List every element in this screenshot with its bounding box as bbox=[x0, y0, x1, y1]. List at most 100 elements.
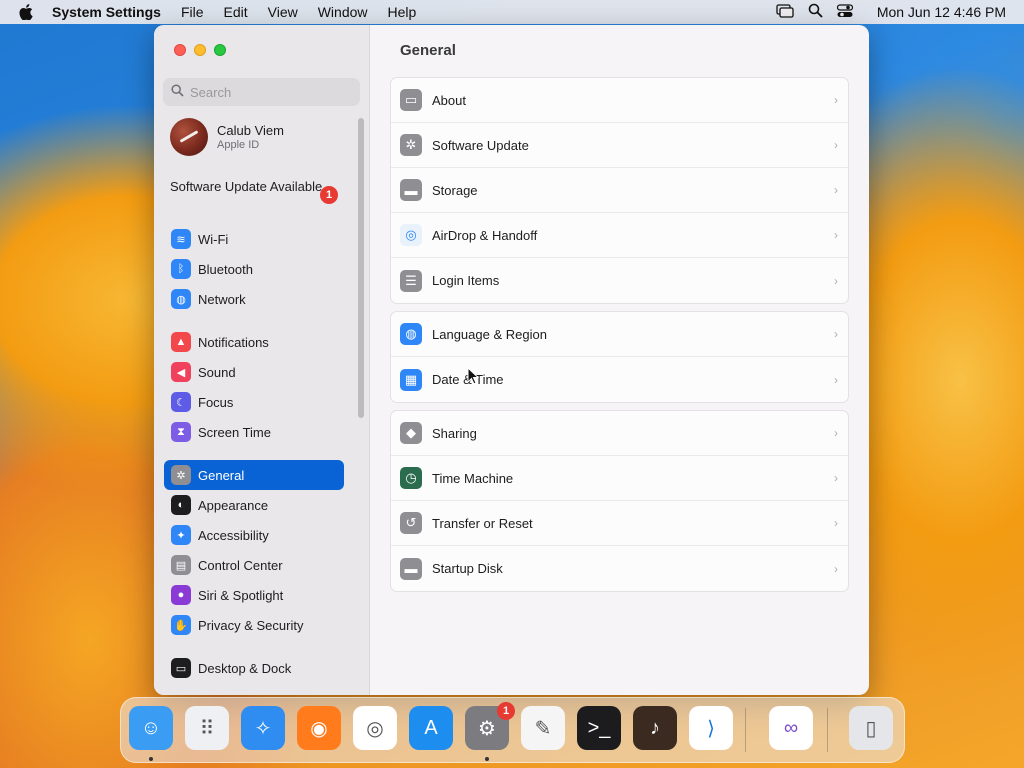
sidebar-item-control-center[interactable]: ▤ Control Center bbox=[164, 550, 344, 580]
running-indicator bbox=[149, 757, 153, 761]
settings-window: Search Calub Viem Apple ID Software Upda… bbox=[154, 25, 869, 695]
settings-row-label: Login Items bbox=[432, 273, 500, 288]
close-window-button[interactable] bbox=[174, 44, 186, 56]
sidebar-item-label: Notifications bbox=[198, 334, 269, 350]
account-name: Calub Viem bbox=[217, 123, 284, 138]
dock-separator bbox=[745, 708, 746, 752]
chevron-right-icon: › bbox=[834, 228, 838, 242]
sidebar-item-general[interactable]: ✲ General bbox=[164, 460, 344, 490]
settings-row-date-time[interactable]: ▦ Date & Time › bbox=[391, 357, 848, 402]
menu-view[interactable]: View bbox=[258, 4, 308, 20]
dock-separator bbox=[827, 708, 828, 752]
sidebar-item-desktop-dock[interactable]: ▭ Desktop & Dock bbox=[164, 653, 344, 683]
page-title: General bbox=[400, 42, 456, 59]
chrome-icon[interactable]: ◎ bbox=[353, 706, 397, 750]
settings-group: ◍ Language & Region › ▦ Date & Time › bbox=[390, 311, 849, 403]
search-field[interactable]: Search bbox=[163, 78, 360, 106]
sidebar-item-accessibility[interactable]: ✦ Accessibility bbox=[164, 520, 344, 550]
globe-icon: ◍ bbox=[400, 323, 422, 345]
sidebar-item-screen-time[interactable]: ⧗ Screen Time bbox=[164, 417, 344, 447]
sidebar-item-sound[interactable]: ◀ Sound bbox=[164, 357, 344, 387]
menu-app-name[interactable]: System Settings bbox=[42, 4, 171, 20]
visual-studio-icon[interactable]: ∞ bbox=[769, 706, 813, 750]
airdrop-icon: ◎ bbox=[400, 224, 422, 246]
sidebar-item-label: Sound bbox=[198, 364, 236, 380]
sidebar-item-privacy-security[interactable]: ✋ Privacy & Security bbox=[164, 610, 344, 640]
speaker-icon: ◀ bbox=[171, 362, 191, 382]
safari-icon[interactable]: ✧ bbox=[241, 706, 285, 750]
sidebar-item-label: Screen Time bbox=[198, 424, 271, 440]
settings-row-label: Software Update bbox=[432, 137, 529, 153]
time-machine-icon: ◷ bbox=[400, 467, 422, 489]
menu-help[interactable]: Help bbox=[378, 4, 427, 20]
control-center-icon: ▤ bbox=[171, 555, 191, 575]
settings-row-startup-disk[interactable]: ▬ Startup Disk › bbox=[391, 546, 848, 591]
settings-row-label: Storage bbox=[432, 182, 478, 198]
apple-menu-icon[interactable] bbox=[10, 4, 42, 20]
search-icon bbox=[171, 84, 184, 100]
guitar-icon[interactable]: ♪ bbox=[633, 706, 677, 750]
zoom-window-button[interactable] bbox=[214, 44, 226, 56]
finder-icon[interactable]: ☺ bbox=[129, 706, 173, 750]
settings-row-login-items[interactable]: ☰ Login Items › bbox=[391, 258, 848, 303]
menu-clock[interactable]: Mon Jun 12 4:46 PM bbox=[877, 4, 1014, 20]
dock: ☺ ⠿ ✧ ◉ ◎ A ⚙ 1 ✎ >_ ♪ ⟩ ∞ ▯ bbox=[120, 697, 905, 763]
vscode-icon[interactable]: ⟩ bbox=[689, 706, 733, 750]
sidebar-item-bluetooth[interactable]: ᛒ Bluetooth bbox=[164, 254, 344, 284]
chevron-right-icon: › bbox=[834, 561, 838, 576]
chevron-right-icon: › bbox=[834, 138, 838, 152]
chevron-right-icon: › bbox=[834, 273, 838, 288]
sidebar-item-focus[interactable]: ☾ Focus bbox=[164, 387, 344, 417]
control-center-icon[interactable] bbox=[836, 3, 853, 21]
reset-icon: ↺ bbox=[400, 512, 422, 534]
trash-icon[interactable]: ▯ bbox=[849, 706, 893, 750]
sidebar-item-label: Appearance bbox=[198, 497, 269, 513]
sidebar-item-wi-fi[interactable]: ≋ Wi-Fi bbox=[164, 224, 344, 254]
settings-row-label: Startup Disk bbox=[432, 561, 503, 576]
menu-edit[interactable]: Edit bbox=[214, 4, 258, 20]
launchpad-icon[interactable]: ⠿ bbox=[185, 706, 229, 750]
settings-row-transfer-or-reset[interactable]: ↺ Transfer or Reset › bbox=[391, 501, 848, 546]
menu-bar: System Settings File Edit View Window He… bbox=[0, 0, 1024, 24]
apple-id-account[interactable]: Calub Viem Apple ID bbox=[170, 118, 284, 156]
moon-icon: ☾ bbox=[171, 392, 191, 412]
sidebar-item-notifications[interactable]: ▲ Notifications bbox=[164, 327, 344, 357]
chevron-right-icon: › bbox=[834, 327, 838, 341]
settings-row-airdrop-handoff[interactable]: ◎ AirDrop & Handoff › bbox=[391, 213, 848, 258]
sidebar-item-label: Siri & Spotlight bbox=[198, 587, 284, 603]
chevron-right-icon: › bbox=[834, 183, 838, 197]
hand-icon: ✋ bbox=[171, 615, 191, 635]
settings-row-sharing[interactable]: ◆ Sharing › bbox=[391, 411, 848, 456]
drive-icon: ▬ bbox=[400, 179, 422, 201]
mouse-cursor-icon bbox=[467, 366, 480, 388]
sidebar-item-appearance[interactable]: ◐ Appearance bbox=[164, 490, 344, 520]
textedit-icon[interactable]: ✎ bbox=[521, 706, 565, 750]
sidebar-item-siri-spotlight[interactable]: ● Siri & Spotlight bbox=[164, 580, 344, 610]
minimize-window-button[interactable] bbox=[194, 44, 206, 56]
menu-window[interactable]: Window bbox=[308, 4, 378, 20]
account-subtitle: Apple ID bbox=[217, 139, 260, 151]
sidebar-item-label: Privacy & Security bbox=[198, 617, 304, 633]
sidebar-item-network[interactable]: ◍ Network bbox=[164, 284, 344, 314]
chevron-right-icon: › bbox=[834, 516, 838, 530]
menu-file[interactable]: File bbox=[171, 4, 214, 20]
sidebar-item-label: Network bbox=[198, 291, 246, 307]
sidebar-scrollbar[interactable] bbox=[358, 118, 364, 418]
settings-row-storage[interactable]: ▬ Storage › bbox=[391, 168, 848, 213]
spotlight-search-icon[interactable] bbox=[808, 3, 823, 21]
gear-icon: ✲ bbox=[400, 134, 422, 156]
software-update-available[interactable]: Software Update Available bbox=[170, 179, 340, 195]
sidebar: Search Calub Viem Apple ID Software Upda… bbox=[154, 25, 370, 695]
terminal-icon[interactable]: >_ bbox=[577, 706, 621, 750]
settings-row-language-region[interactable]: ◍ Language & Region › bbox=[391, 312, 848, 357]
avatar bbox=[170, 118, 208, 156]
sharing-icon: ◆ bbox=[400, 422, 422, 444]
settings-row-about[interactable]: ▭ About › bbox=[391, 78, 848, 123]
settings-row-label: Sharing bbox=[432, 425, 477, 441]
app-store-icon[interactable]: A bbox=[409, 706, 453, 750]
screen-mirroring-icon[interactable] bbox=[776, 3, 794, 21]
firefox-icon[interactable]: ◉ bbox=[297, 706, 341, 750]
settings-row-time-machine[interactable]: ◷ Time Machine › bbox=[391, 456, 848, 501]
settings-group: ◆ Sharing › ◷ Time Machine › ↺ Transfer or Rese… bbox=[390, 410, 849, 592]
settings-row-software-update[interactable]: ✲ Software Update › bbox=[391, 123, 848, 168]
